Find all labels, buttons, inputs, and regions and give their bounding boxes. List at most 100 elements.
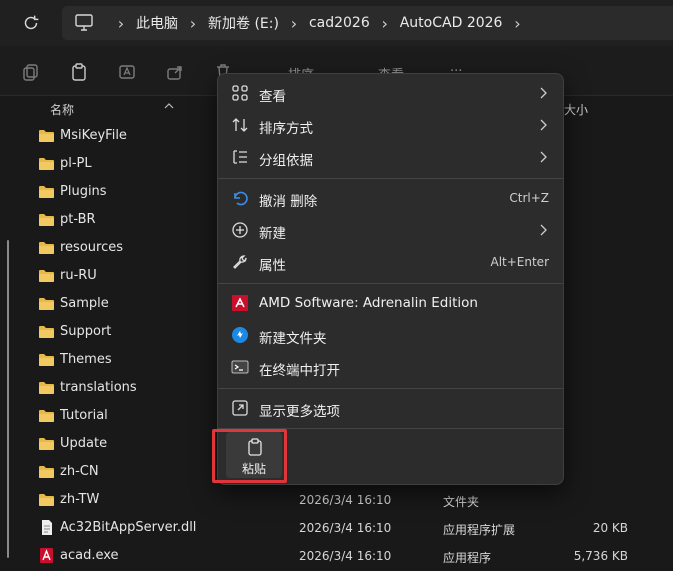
menu-item-view[interactable]: 查看 — [222, 78, 561, 108]
file-row[interactable]: zh-TW 2026/3/4 16:10 文件夹 — [0, 486, 673, 514]
paste-label: 粘贴 — [241, 462, 266, 476]
grid-view-icon — [232, 85, 248, 101]
file-type: 应用程序 — [443, 551, 492, 565]
chevron-right-icon — [540, 151, 547, 163]
file-name: zh-CN — [60, 464, 99, 479]
breadcrumb-item[interactable]: 此电脑 — [136, 13, 178, 33]
file-type: 文件夹 — [443, 495, 480, 509]
chevron-right-icon[interactable]: › — [106, 14, 136, 33]
file-name: Update — [60, 436, 108, 451]
chevron-right-icon — [540, 87, 547, 99]
folder-icon — [39, 438, 54, 450]
file-name: pt-BR — [60, 212, 96, 227]
menu-item-label: 属性 — [259, 258, 286, 274]
amd-icon — [232, 295, 248, 311]
breadcrumb[interactable]: › 此电脑 › 新加卷 (E:) › cad2026 › AutoCAD 202… — [62, 6, 673, 40]
folder-icon — [39, 158, 54, 170]
menu-item-sort-by[interactable]: 排序方式 — [222, 110, 561, 140]
file-name: ru-RU — [60, 268, 97, 283]
refresh-icon[interactable] — [20, 12, 42, 34]
group-by-icon — [233, 150, 247, 164]
menu-item-open-in-terminal[interactable]: 在终端中打开 — [222, 352, 561, 382]
file-type: 应用程序扩展 — [443, 523, 516, 537]
chevron-right-icon[interactable]: › — [178, 14, 208, 33]
file-row[interactable]: Ac32BitAppServer.dll 2026/3/4 16:10 应用程序扩展… — [0, 514, 673, 542]
file-name: Sample — [60, 296, 109, 311]
folder-icon — [39, 494, 54, 506]
new-folder-icon — [232, 327, 248, 343]
address-bar: › 此电脑 › 新加卷 (E:) › cad2026 › AutoCAD 202… — [0, 0, 673, 46]
chevron-right-icon[interactable]: › — [502, 14, 532, 33]
file-name: MsiKeyFile — [60, 128, 127, 143]
menu-item-label: 撤消 删除 — [259, 194, 318, 210]
breadcrumb-item[interactable]: 新加卷 (E:) — [208, 13, 279, 33]
folder-icon — [39, 130, 54, 142]
copy-icon[interactable] — [22, 63, 40, 81]
folder-icon — [39, 270, 54, 282]
column-name-header[interactable]: 名称 — [50, 101, 74, 118]
column-size-header[interactable]: 大小 — [564, 101, 588, 118]
breadcrumb-item[interactable]: AutoCAD 2026 — [400, 15, 503, 31]
menu-item-label: 在终端中打开 — [259, 363, 340, 379]
file-date: 2026/3/4 16:10 — [299, 493, 392, 507]
menu-divider — [218, 283, 563, 284]
dll-file-icon — [42, 520, 52, 535]
menu-item-shortcut: Alt+Enter — [490, 255, 549, 269]
file-name: Ac32BitAppServer.dll — [60, 520, 197, 535]
folder-icon — [39, 242, 54, 254]
file-name: Plugins — [60, 184, 107, 199]
breadcrumb-item[interactable]: cad2026 — [309, 15, 370, 31]
sort-ascending-icon — [164, 103, 174, 109]
file-row[interactable]: acad.exe 2026/3/4 16:10 应用程序 5,736 KB — [0, 542, 673, 570]
folder-icon — [39, 214, 54, 226]
chevron-right-icon — [540, 119, 547, 131]
folder-icon — [39, 326, 54, 338]
chevron-right-icon — [540, 224, 547, 236]
menu-item-shortcut: Ctrl+Z — [509, 191, 549, 205]
chevron-right-icon[interactable]: › — [370, 14, 400, 33]
menu-item-amd-software[interactable]: AMD Software: Adrenalin Edition — [222, 288, 561, 318]
file-date: 2026/3/4 16:10 — [299, 521, 392, 535]
folder-icon — [39, 354, 54, 366]
file-name: acad.exe — [60, 548, 119, 563]
menu-item-undo-delete[interactable]: 撤消 删除 Ctrl+Z — [222, 183, 561, 213]
file-name: Tutorial — [60, 408, 108, 423]
undo-icon — [234, 191, 248, 206]
menu-item-label: 显示更多选项 — [259, 404, 340, 420]
menu-item-label: 新建文件夹 — [259, 331, 327, 347]
file-name: Support — [60, 324, 112, 339]
file-name: resources — [60, 240, 124, 255]
autocad-exe-icon — [40, 548, 53, 563]
folder-icon — [39, 410, 54, 422]
menu-item-label: 新建 — [259, 226, 286, 242]
sort-icon — [232, 118, 248, 132]
file-date: 2026/3/4 16:10 — [299, 549, 392, 563]
paste-button[interactable]: 粘贴 — [226, 432, 282, 478]
folder-icon — [39, 382, 54, 394]
share-icon[interactable] — [166, 63, 184, 81]
chevron-right-icon[interactable]: › — [279, 14, 309, 33]
paste-icon — [248, 438, 262, 456]
menu-divider — [218, 428, 563, 429]
folder-icon — [39, 186, 54, 198]
menu-item-new-folder[interactable]: 新建文件夹 — [222, 320, 561, 350]
menu-item-properties[interactable]: 属性 Alt+Enter — [222, 247, 561, 277]
folder-icon — [39, 298, 54, 310]
menu-divider — [218, 388, 563, 389]
menu-divider — [218, 178, 563, 179]
context-menu: 查看 排序方式 分组依据 撤消 删除 Ctrl+Z 新建 属性 Alt+Ente… — [217, 73, 564, 485]
file-size: 20 KB — [592, 521, 628, 535]
rename-icon[interactable] — [118, 63, 136, 81]
file-name: Themes — [60, 352, 112, 367]
file-name: pl-PL — [60, 156, 92, 171]
paste-icon[interactable] — [70, 63, 88, 81]
computer-icon — [75, 14, 93, 31]
menu-item-show-more-options[interactable]: 显示更多选项 — [222, 393, 561, 423]
menu-item-label: 排序方式 — [259, 121, 313, 137]
menu-item-new[interactable]: 新建 — [222, 215, 561, 245]
terminal-icon — [231, 360, 249, 374]
menu-item-label: 查看 — [259, 89, 286, 105]
menu-item-group-by[interactable]: 分组依据 — [222, 142, 561, 172]
new-plus-icon — [232, 222, 248, 238]
folder-icon — [39, 466, 54, 478]
